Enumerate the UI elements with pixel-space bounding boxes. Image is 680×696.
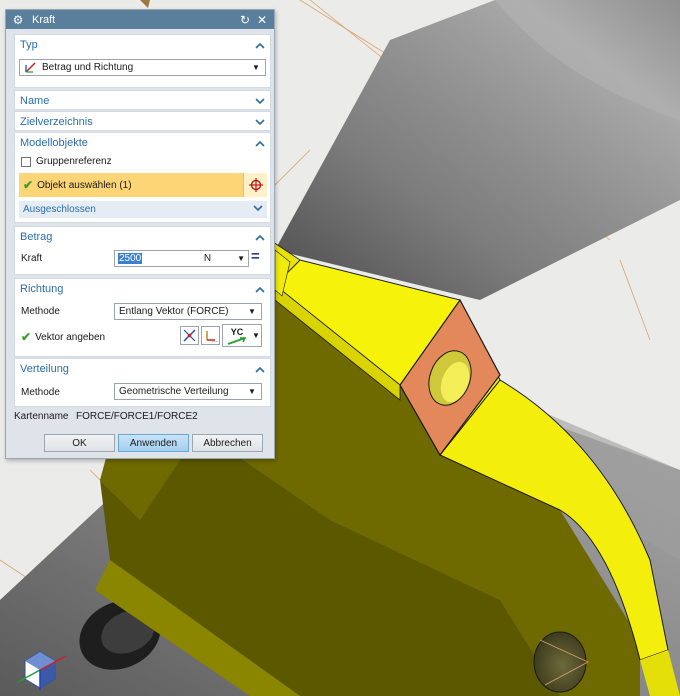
group-reference-checkbox[interactable]: [21, 156, 31, 167]
check-icon: ✔: [21, 330, 32, 344]
kraft-input[interactable]: 2500 N ▼: [114, 250, 249, 267]
verteilung-methode-dropdown[interactable]: Geometrische Verteilung ▼: [114, 383, 262, 400]
dialog-title: Kraft: [32, 13, 56, 26]
section-name-title: Name: [20, 95, 50, 107]
chevron-down-icon[interactable]: [253, 204, 263, 215]
kartenname-value: FORCE/FORCE1/FORCE2: [76, 411, 198, 422]
section-name: Name: [14, 90, 271, 110]
svg-text:...: ...: [212, 337, 218, 343]
vector-dialog-icon[interactable]: [180, 326, 199, 345]
apply-button[interactable]: Anwenden: [118, 434, 189, 452]
excluded-label: Ausgeschlossen: [23, 204, 96, 215]
section-modellobjekte-header[interactable]: Modellobjekte: [15, 133, 270, 153]
section-richtung-header[interactable]: Richtung: [15, 279, 270, 299]
section-richtung: Richtung Methode Entlang Vektor (FORCE) …: [14, 278, 271, 357]
section-zielverzeichnis-header[interactable]: Zielverzeichnis: [15, 112, 270, 132]
chevron-up-icon[interactable]: [254, 39, 266, 51]
typ-value: Betrag und Richtung: [42, 62, 134, 73]
inferred-vector-icon[interactable]: ...: [201, 326, 220, 345]
section-typ: Typ Betrag und Richtung ▼: [14, 34, 271, 88]
excluded-subsection[interactable]: Ausgeschlossen: [19, 201, 267, 218]
dropdown-arrow-icon: ▼: [248, 307, 256, 316]
dialog-title-bar[interactable]: ⚙ Kraft ↻ ✕: [6, 10, 274, 29]
section-verteilung: Verteilung Methode Geometrische Verteilu…: [14, 358, 271, 407]
chevron-up-icon[interactable]: [254, 283, 266, 295]
dropdown-arrow-icon[interactable]: ▼: [237, 254, 245, 263]
close-icon[interactable]: ✕: [255, 13, 269, 27]
section-betrag: Betrag Kraft 2500 N ▼ =: [14, 226, 271, 275]
section-betrag-title: Betrag: [20, 231, 53, 243]
vector-row: ✔ Vektor angeben: [21, 330, 105, 344]
select-object-row[interactable]: ✔ Objekt auswählen (1): [19, 173, 267, 197]
dropdown-arrow-icon: ▼: [252, 331, 260, 340]
section-typ-header[interactable]: Typ: [15, 35, 270, 55]
vector-option-label: YC: [230, 326, 244, 337]
chevron-down-icon[interactable]: [254, 95, 266, 107]
gear-icon[interactable]: ⚙: [11, 13, 25, 27]
section-modellobjekte: Modellobjekte Gruppenreferenz ✔ Objekt a…: [14, 132, 271, 223]
section-name-header[interactable]: Name: [15, 91, 270, 111]
richtung-methode-value: Entlang Vektor (FORCE): [119, 306, 229, 317]
richtung-methode-dropdown[interactable]: Entlang Vektor (FORCE) ▼: [114, 303, 262, 320]
force-type-icon: [24, 61, 38, 75]
chevron-up-icon[interactable]: [254, 137, 266, 149]
section-zielverzeichnis: Zielverzeichnis: [14, 111, 271, 131]
section-typ-title: Typ: [20, 39, 38, 51]
kartenname-row: Kartenname FORCE/FORCE1/FORCE2: [14, 411, 198, 422]
typ-dropdown[interactable]: Betrag und Richtung ▼: [19, 59, 266, 76]
dropdown-arrow-icon: ▼: [252, 63, 260, 72]
section-richtung-title: Richtung: [20, 283, 64, 295]
section-betrag-header[interactable]: Betrag: [15, 227, 270, 247]
section-verteilung-title: Verteilung: [20, 363, 69, 375]
chevron-up-icon[interactable]: [254, 363, 266, 375]
dropdown-arrow-icon: ▼: [248, 387, 256, 396]
kraft-unit: N: [203, 253, 212, 264]
chevron-up-icon[interactable]: [254, 231, 266, 243]
select-object-label: Objekt auswählen (1): [37, 179, 132, 191]
cancel-button[interactable]: Abbrechen: [192, 434, 263, 452]
verteilung-methode-value: Geometrische Verteilung: [119, 386, 229, 397]
richtung-methode-label: Methode: [21, 306, 60, 317]
group-reference-label: Gruppenreferenz: [36, 156, 112, 167]
check-icon: ✔: [23, 178, 34, 192]
ok-button[interactable]: OK: [44, 434, 115, 452]
group-reference-row: Gruppenreferenz: [21, 156, 112, 167]
reset-icon[interactable]: ↻: [238, 13, 252, 27]
section-modellobjekte-title: Modellobjekte: [20, 137, 88, 149]
kartenname-label: Kartenname: [14, 411, 69, 422]
kraft-label: Kraft: [21, 253, 43, 264]
verteilung-methode-label: Methode: [21, 387, 60, 398]
section-verteilung-header[interactable]: Verteilung: [15, 359, 270, 379]
vector-option-dropdown[interactable]: YC ▼: [222, 324, 262, 347]
vector-label: Vektor angeben: [35, 331, 106, 343]
force-dialog: ⚙ Kraft ↻ ✕ Typ Betrag und Richtung ▼ Na…: [5, 9, 275, 459]
formula-button[interactable]: =: [251, 248, 260, 265]
crosshair-icon[interactable]: [243, 173, 267, 197]
chevron-down-icon[interactable]: [254, 116, 266, 128]
section-zielverzeichnis-title: Zielverzeichnis: [20, 116, 93, 128]
kraft-value: 2500: [118, 253, 143, 264]
